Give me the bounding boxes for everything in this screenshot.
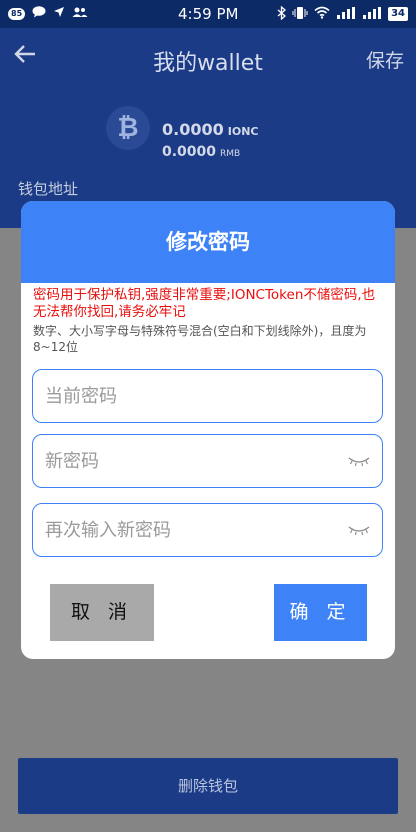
contacts-icon (72, 6, 88, 22)
chat-icon (32, 6, 46, 22)
bluetooth-icon (277, 5, 287, 23)
vibrate-icon (292, 6, 308, 23)
balance-ionc-amount: 0.0000 (162, 120, 224, 139)
current-password-field[interactable] (32, 369, 383, 423)
confirm-password-field[interactable] (32, 503, 383, 557)
change-password-dialog: 修改密码 密码用于保护私钥,强度非常重要;IONCToken不储密码,也无法帮你… (21, 201, 395, 659)
new-password-input[interactable] (45, 450, 348, 472)
app-header: 我的wallet 保存 ₿ 0.0000 IONC 0.0000 RMB 钱包地址 (0, 28, 416, 228)
balance-ionc-unit: IONC (227, 125, 259, 138)
dialog-warning: 密码用于保护私钥,强度非常重要;IONCToken不储密码,也无法帮你找回,请务… (33, 287, 376, 320)
wallet-address-label: 钱包地址 (18, 180, 79, 198)
page-title: 我的wallet (153, 51, 263, 76)
current-password-input[interactable] (45, 385, 370, 407)
status-time: 4:59 PM (178, 5, 239, 23)
cancel-button[interactable]: 取 消 (50, 584, 154, 641)
location-arrow-icon (53, 6, 65, 22)
confirm-password-input[interactable] (45, 519, 348, 541)
signal-icon-2 (362, 6, 382, 22)
new-password-field[interactable] (32, 434, 383, 488)
eye-closed-icon[interactable] (348, 452, 370, 471)
bitcoin-icon: ₿ (106, 106, 150, 150)
status-bar: 85 4:59 PM 34 (0, 0, 416, 28)
eye-closed-icon[interactable] (348, 521, 370, 540)
balance-rmb-unit: RMB (220, 149, 241, 159)
balance-rmb-amount: 0.0000 (162, 144, 217, 160)
dialog-hint: 数字、大小写字母与特殊符号混合(空白和下划线除外)，且度为8~12位 (33, 324, 367, 354)
battery-indicator: 34 (388, 7, 408, 21)
save-button[interactable]: 保存 (366, 46, 404, 73)
wifi-icon (314, 6, 330, 22)
balance-ionc: 0.0000 IONC (162, 120, 258, 139)
delete-wallet-button[interactable]: 删除钱包 (18, 758, 398, 814)
signal-icon (336, 6, 356, 22)
confirm-button[interactable]: 确 定 (274, 584, 367, 641)
balance-rmb: 0.0000 RMB (162, 144, 240, 160)
dialog-title: 修改密码 (21, 201, 395, 283)
notification-count-badge: 85 (8, 8, 26, 20)
